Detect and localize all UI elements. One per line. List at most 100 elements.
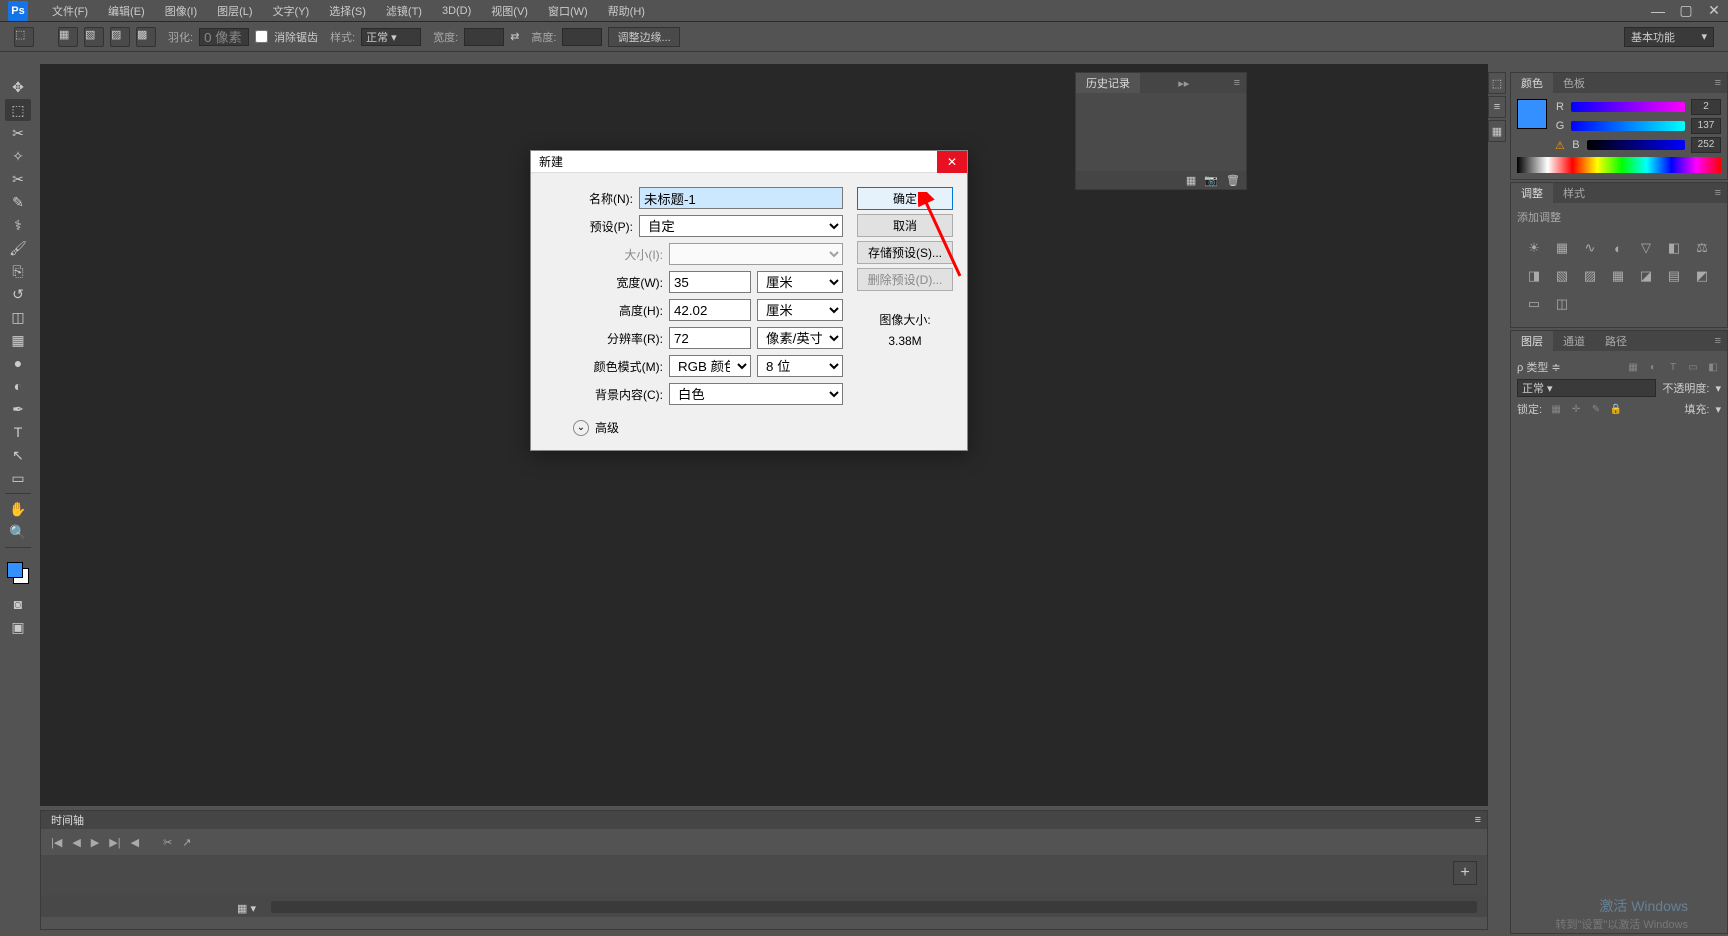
colormode-select[interactable]: RGB 颜色: [669, 355, 751, 377]
filter-shape-icon[interactable]: ▭: [1685, 359, 1701, 375]
timeline-track-area[interactable]: +: [41, 855, 1487, 895]
b-slider[interactable]: [1587, 140, 1685, 150]
menu-filter[interactable]: 滤镜(T): [376, 3, 432, 19]
menu-image[interactable]: 图像(I): [155, 3, 207, 19]
resolution-unit-select[interactable]: 像素/英寸: [757, 327, 843, 349]
opacity-value[interactable]: ▾: [1715, 382, 1721, 395]
feather-input[interactable]: [199, 28, 249, 46]
name-input[interactable]: [639, 187, 843, 209]
adjust-levels-icon[interactable]: ▦: [1553, 239, 1571, 257]
g-slider[interactable]: [1571, 121, 1685, 131]
menu-type[interactable]: 文字(Y): [263, 3, 320, 19]
adjust-invert-icon[interactable]: ◪: [1637, 267, 1655, 285]
tl-transition-icon[interactable]: ↗: [182, 836, 191, 849]
lock-position-icon[interactable]: ✛: [1568, 401, 1584, 417]
lock-paint-icon[interactable]: ✎: [1588, 401, 1604, 417]
tl-first-icon[interactable]: |◀: [51, 836, 62, 849]
b-value[interactable]: 252: [1691, 137, 1721, 153]
zoom-tool-icon[interactable]: 🔍: [5, 521, 31, 543]
tl-cut-icon[interactable]: ✂: [163, 836, 172, 849]
adjust-threshold-icon[interactable]: ◩: [1693, 267, 1711, 285]
filter-type-icon[interactable]: T: [1665, 359, 1681, 375]
move-tool-icon[interactable]: ✥: [5, 76, 31, 98]
clone-stamp-tool-icon[interactable]: ⎘: [5, 260, 31, 282]
eraser-tool-icon[interactable]: ◫: [5, 306, 31, 328]
blend-mode-select[interactable]: 正常 ▾: [1517, 379, 1656, 397]
resolution-input[interactable]: [669, 327, 751, 349]
pen-tool-icon[interactable]: ✒: [5, 398, 31, 420]
adjust-vibrance-icon[interactable]: ▽: [1637, 239, 1655, 257]
cancel-button[interactable]: 取消: [857, 214, 953, 237]
marquee-tool-preset-icon[interactable]: ⬚: [14, 27, 34, 47]
workspace-select[interactable]: 基本功能▾: [1624, 27, 1714, 47]
timeline-tab[interactable]: 时间轴: [41, 812, 94, 828]
adjust-colorbal-icon[interactable]: ⚖: [1693, 239, 1711, 257]
color-tab[interactable]: 颜色: [1511, 73, 1553, 93]
shape-tool-icon[interactable]: ▭: [5, 467, 31, 489]
tl-last-icon[interactable]: ◀: [131, 836, 139, 849]
menu-layer[interactable]: 图层(L): [207, 3, 262, 19]
history-collapse-icon[interactable]: ▸▸: [1172, 77, 1195, 90]
layers-menu-icon[interactable]: ≡: [1709, 335, 1727, 347]
color-menu-icon[interactable]: ≡: [1709, 77, 1727, 89]
adjust-curves-icon[interactable]: ∿: [1581, 239, 1599, 257]
width-unit-select[interactable]: 厘米: [757, 271, 843, 293]
ok-button[interactable]: 确定: [857, 187, 953, 210]
height-dlg-input[interactable]: [669, 299, 751, 321]
adjust-gradmap-icon[interactable]: ▭: [1525, 295, 1543, 313]
tl-play-icon[interactable]: ▶: [91, 836, 99, 849]
tl-next-icon[interactable]: ▶|: [109, 836, 120, 849]
style-select[interactable]: 正常 ▾: [361, 28, 421, 46]
adjust-channelmix-icon[interactable]: ▨: [1581, 267, 1599, 285]
size-select[interactable]: [669, 243, 843, 265]
r-slider[interactable]: [1571, 102, 1685, 112]
menu-edit[interactable]: 编辑(E): [98, 3, 155, 19]
height-input[interactable]: [562, 28, 602, 46]
collapsed-panel-icon-3[interactable]: ▦: [1488, 120, 1506, 142]
filter-pixel-icon[interactable]: ▦: [1625, 359, 1641, 375]
foreground-color-swatch[interactable]: [7, 562, 23, 578]
width-dlg-input[interactable]: [669, 271, 751, 293]
layers-tab[interactable]: 图层: [1511, 331, 1553, 351]
lasso-tool-icon[interactable]: ✂: [5, 122, 31, 144]
selection-subtract-icon[interactable]: ▨: [110, 27, 130, 47]
dialog-close-button[interactable]: ✕: [937, 151, 967, 173]
selection-intersect-icon[interactable]: ▩: [136, 27, 156, 47]
adjust-brightness-icon[interactable]: ☀: [1525, 239, 1543, 257]
dodge-tool-icon[interactable]: ◐: [5, 375, 31, 397]
channels-tab[interactable]: 通道: [1553, 331, 1595, 351]
eyedropper-tool-icon[interactable]: ✎: [5, 191, 31, 213]
antialias-checkbox[interactable]: [255, 30, 268, 43]
menu-select[interactable]: 选择(S): [319, 3, 376, 19]
menu-view[interactable]: 视图(V): [481, 3, 538, 19]
save-preset-button[interactable]: 存储预设(S)...: [857, 241, 953, 264]
selection-add-icon[interactable]: ▧: [84, 27, 104, 47]
maximize-icon[interactable]: ▢: [1672, 0, 1700, 22]
minimize-icon[interactable]: —: [1644, 0, 1672, 22]
adjust-hue-icon[interactable]: ◧: [1665, 239, 1683, 257]
hand-tool-icon[interactable]: ✋: [5, 498, 31, 520]
timeline-menu-icon[interactable]: ≡: [1469, 814, 1487, 826]
gamut-warning-icon[interactable]: ⚠: [1555, 139, 1565, 152]
color-ramp[interactable]: [1517, 157, 1721, 173]
adjust-selective-icon[interactable]: ◫: [1553, 295, 1571, 313]
selection-new-icon[interactable]: ▦: [58, 27, 78, 47]
filter-smart-icon[interactable]: ◧: [1705, 359, 1721, 375]
blur-tool-icon[interactable]: ●: [5, 352, 31, 374]
history-brush-tool-icon[interactable]: ↺: [5, 283, 31, 305]
adjust-colorlookup-icon[interactable]: ▦: [1609, 267, 1627, 285]
tl-prev-icon[interactable]: ◀: [72, 836, 80, 849]
path-select-tool-icon[interactable]: ↖: [5, 444, 31, 466]
g-value[interactable]: 137: [1691, 118, 1721, 134]
filter-adjust-icon[interactable]: ◐: [1645, 359, 1661, 375]
magic-wand-tool-icon[interactable]: ✧: [5, 145, 31, 167]
close-icon[interactable]: ✕: [1700, 0, 1728, 22]
color-swatches[interactable]: [7, 562, 29, 584]
crop-tool-icon[interactable]: ✂: [5, 168, 31, 190]
bgcontent-select[interactable]: 白色: [669, 383, 843, 405]
menu-file[interactable]: 文件(F): [42, 3, 98, 19]
adjust-photofilter-icon[interactable]: ▧: [1553, 267, 1571, 285]
swatches-tab[interactable]: 色板: [1553, 73, 1595, 93]
quick-mask-icon[interactable]: ◙: [5, 593, 31, 615]
refine-edge-button[interactable]: 调整边缘...: [608, 27, 679, 47]
